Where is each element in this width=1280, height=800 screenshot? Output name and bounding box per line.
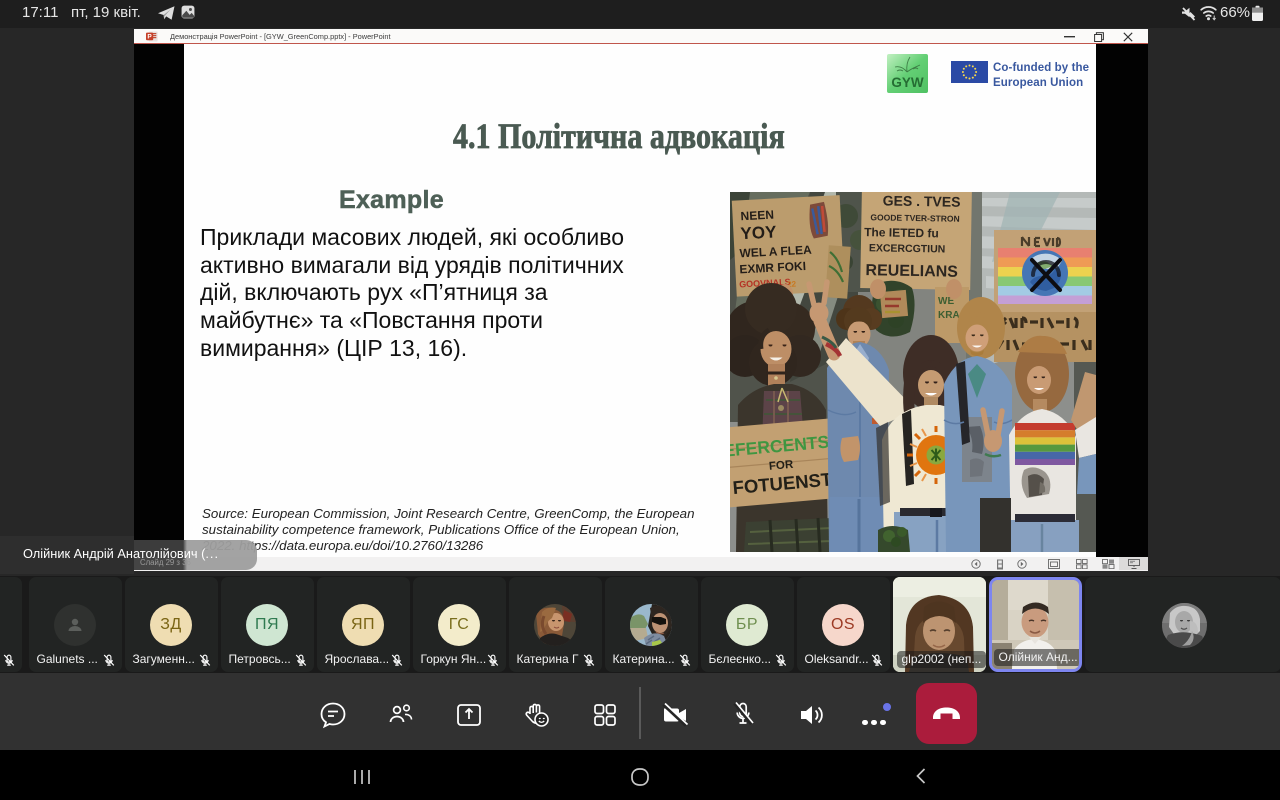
svg-text:FOR: FOR [769,459,795,473]
svg-text:KRA: KRA [938,310,960,321]
svg-text:GES . TVES: GES . TVES [883,192,961,209]
svg-text:P: P [147,34,152,41]
svg-text:REUELIANS: REUELIANS [865,262,958,281]
svg-text:NEEN: NEEN [740,208,774,224]
svg-text:GYW: GYW [891,75,924,90]
svg-text:The IETED fu: The IETED fu [864,225,939,240]
svg-text:GOODE TVER-STRON: GOODE TVER-STRON [870,212,959,224]
svg-text:YOY: YOY [740,222,778,243]
svg-text:EXCERCGTIUN: EXCERCGTIUN [869,242,946,255]
